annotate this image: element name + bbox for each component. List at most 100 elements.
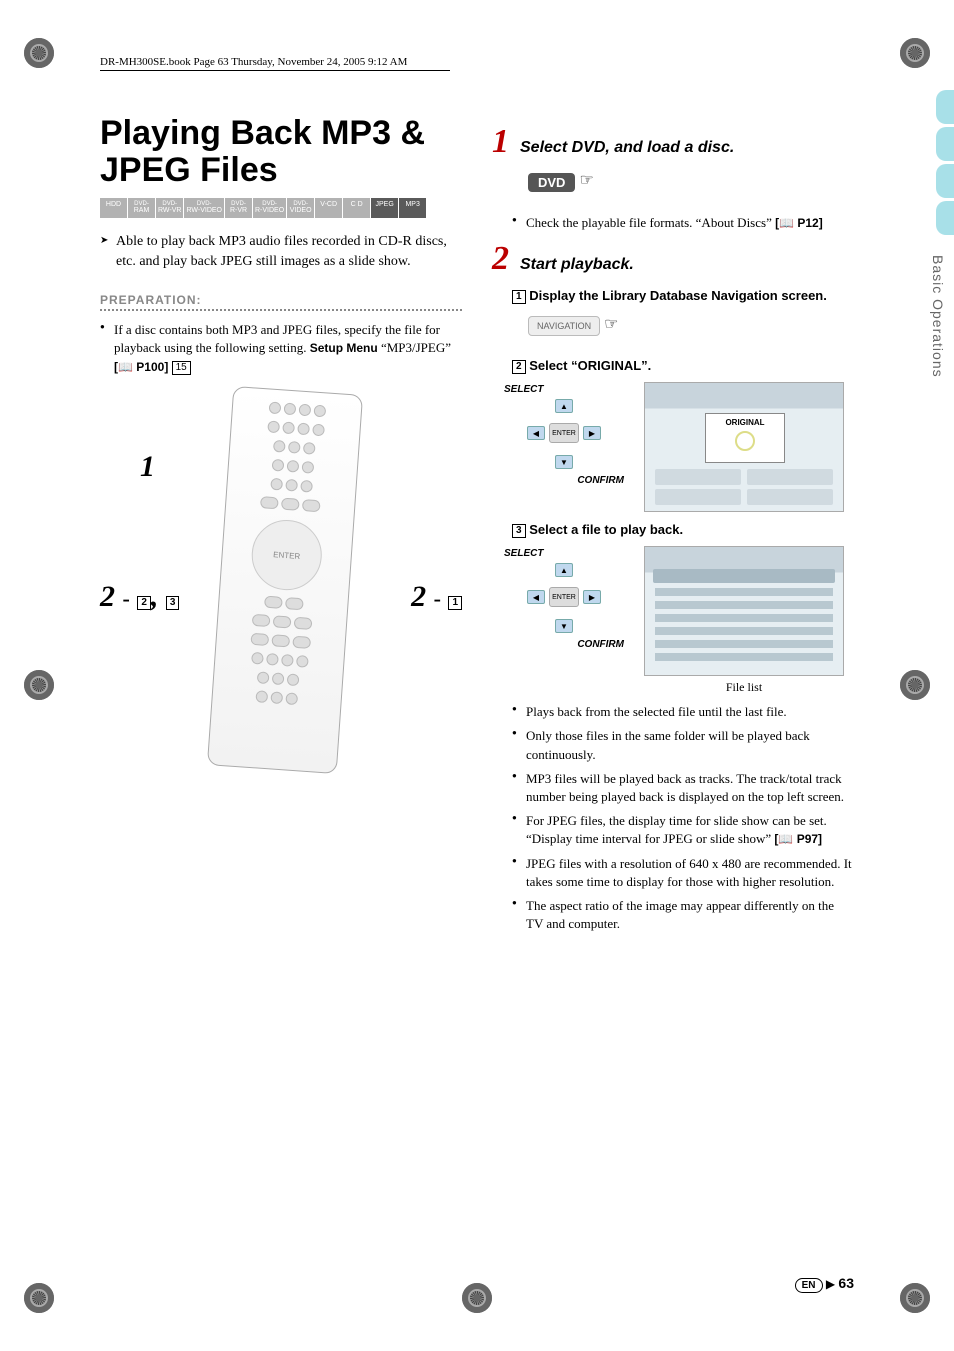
arrow-up-icon: ▲ [555,563,573,577]
callout-num: 2 [100,580,115,613]
sub-step-1: 1 Display the Library Database Navigatio… [512,288,854,304]
page-content: Playing Back MP3 & JPEG Files HDD DVD-DV… [100,95,854,1271]
ref-label: P97 [797,832,818,846]
callout-2-left: 2 - 2, 3 [100,580,179,614]
remote-diagram: 1 2 - 2, 3 2 - 1 ENTER [100,390,462,810]
fmt-tag: DVD-RW-VIDEO [184,198,225,218]
remote-control-icon: ENTER [207,386,363,774]
fmt-tag: V-CD [315,198,343,218]
page-number: 63 [838,1275,854,1291]
callout-1: 1 [140,450,155,484]
bullet-text: Check the playable file formats. “About … [526,215,775,230]
step1-bullet: Check the playable file formats. “About … [512,214,854,232]
book-ref: [📖 P12] [775,216,823,230]
hand-pointer-icon: ☞ [579,172,593,189]
callout-box: 2 [137,596,151,610]
fmt-tag-active: MP3 [399,198,427,218]
arrow-up-icon: ▲ [555,399,573,413]
enter-label: ENTER [273,549,301,560]
left-column: Playing Back MP3 & JPEG Files HDD DVD-DV… [100,95,462,1271]
tab-bump-icon [936,127,954,161]
page-title: Playing Back MP3 & JPEG Files [100,115,462,190]
substep-box: 1 [512,290,526,304]
hand-pointer-icon: ☞ [604,316,618,333]
disc-icon [735,431,755,451]
confirm-label: CONFIRM [504,639,624,650]
note-bullet: Plays back from the selected file until … [512,703,854,721]
crop-mark-icon [900,670,930,700]
sub-step-3: 3 Select a file to play back. [512,522,854,538]
ref-label: P12 [797,216,818,230]
substep-text-a: Select “ [529,358,577,373]
enter-button-icon: ENTER [549,423,579,443]
crop-mark-icon [462,1283,492,1313]
fmt-tag-active: JPEG [371,198,399,218]
arrow-down-icon: ▼ [555,455,573,469]
box-number: 15 [172,361,191,375]
arrow-right-icon: ▶ [583,426,601,440]
tv-screen-filelist [644,546,844,676]
note-bullet: The aspect ratio of the image may appear… [512,897,854,933]
lang-pill: EN [795,1278,823,1293]
fmt-tag: DVD-R-VR [225,198,253,218]
step-number: 1 [492,123,516,161]
tab-bump-icon [936,201,954,235]
substep-box: 3 [512,524,526,538]
substep-box: 2 [512,360,526,374]
note-bullet: For JPEG files, the display time for sli… [512,812,854,848]
confirm-label: CONFIRM [504,475,624,486]
fmt-tag: C D [343,198,371,218]
tv-screen-original: ORIGINAL [644,382,844,512]
select-confirm-diagram: SELECT ▲ ▼ ◀ ▶ ENTER CONFIRM [504,384,624,494]
sub-step-2: 2 Select “ORIGINAL”. [512,358,854,374]
right-column: 1 Select DVD, and load a disc. DVD ☞ Che… [492,95,854,1271]
file-list-caption: File list [644,680,844,695]
substep-text-c: ”. [641,358,651,373]
fmt-tag: HDD [100,198,128,218]
callout-box: 1 [448,596,462,610]
crop-mark-icon [24,1283,54,1313]
prep-text-b: Setup Menu [310,341,378,355]
original-popup: ORIGINAL [705,413,785,463]
arrow-left-icon: ◀ [527,590,545,604]
fmt-tag: DVD-RW-VR [156,198,184,218]
select-label: SELECT [504,548,624,559]
dpad-icon: ▲ ▼ ◀ ▶ ENTER [519,563,609,633]
callout-box: 3 [166,596,180,610]
select-label: SELECT [504,384,624,395]
tab-bump-icon [936,164,954,198]
fmt-tag: DVD-VIDEO [287,198,315,218]
navigation-button-icon: NAVIGATION [528,316,600,336]
note-bullet: Only those files in the same folder will… [512,727,854,763]
substep-text: Display the Library Database Navigation … [529,288,827,303]
book-ref: [📖 P100] [114,360,168,374]
crop-mark-icon [900,1283,930,1313]
remote-dpad-icon: ENTER [249,518,324,593]
fmt-tag: DVD-DVD-RAMRAM [128,198,156,218]
step-2-row: 2 Start playback. [492,240,854,278]
step-1-row: 1 Select DVD, and load a disc. [492,123,854,161]
format-bar: HDD DVD-DVD-RAMRAM DVD-RW-VR DVD-RW-VIDE… [100,198,462,218]
arrow-left-icon: ◀ [527,426,545,440]
side-tab-label: Basic Operations [930,255,946,378]
arrow-right-icon: ▶ [583,590,601,604]
arrow-down-icon: ▼ [555,619,573,633]
crop-mark-icon [24,670,54,700]
preparation-item: If a disc contains both MP3 and JPEG fil… [100,321,462,376]
dpad-icon: ▲ ▼ ◀ ▶ ENTER [519,399,609,469]
original-label: ORIGINAL [725,418,764,427]
substep-text-b: ORIGINAL [578,358,642,373]
crop-mark-icon [24,38,54,68]
preparation-heading: PREPARATION: [100,293,462,311]
step-title: Start playback. [520,256,634,273]
book-ref: [📖 P97] [774,832,822,846]
select-confirm-diagram: SELECT ▲ ▼ ◀ ▶ ENTER CONFIRM [504,548,624,658]
ref-label: P100 [136,360,164,374]
dvd-pill: DVD [528,173,575,192]
note-bullet: JPEG files with a resolution of 640 x 48… [512,855,854,891]
callout-num: 2 [411,580,426,613]
fmt-tag: DVD-R-VIDEO [253,198,287,218]
side-tab: Basic Operations [916,90,954,410]
intro-text: Able to play back MP3 audio files record… [116,232,462,271]
footer-arrow-icon: ▶ [826,1277,835,1291]
